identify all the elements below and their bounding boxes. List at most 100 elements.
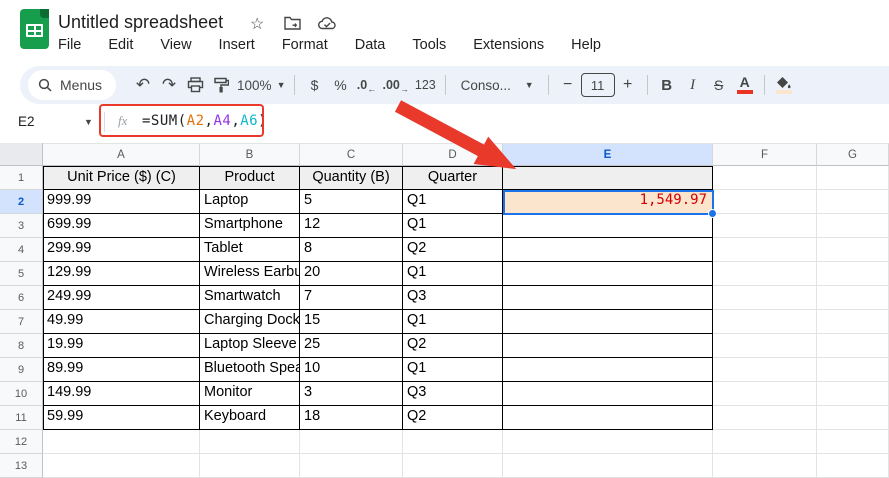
cell-D7[interactable]: Q1 (403, 310, 503, 334)
font-family-select[interactable]: Conso... (452, 72, 520, 98)
menu-insert[interactable]: Insert (219, 37, 255, 53)
row-header-10[interactable]: 10 (0, 382, 43, 406)
cell-E7[interactable] (503, 310, 713, 334)
cell-A9[interactable]: 89.99 (43, 358, 200, 382)
cell-C7[interactable]: 15 (300, 310, 403, 334)
cell-B6[interactable]: Smartwatch (200, 286, 300, 310)
cell-B8[interactable]: Laptop Sleeve (200, 334, 300, 358)
cell-B2[interactable]: Laptop (200, 190, 300, 214)
cell-A1[interactable]: Unit Price ($) (C) (43, 166, 200, 190)
cell-E3[interactable] (503, 214, 713, 238)
cell-C1[interactable]: Quantity (B) (300, 166, 403, 190)
cell-G8[interactable] (817, 334, 889, 358)
menu-edit[interactable]: Edit (108, 37, 133, 53)
cell-E5[interactable] (503, 262, 713, 286)
increase-decimal-button[interactable]: .00→ (379, 72, 411, 98)
redo-button[interactable]: ↷ (156, 72, 182, 98)
google-sheets-logo-icon[interactable] (20, 9, 49, 49)
cell-F10[interactable] (713, 382, 817, 406)
increase-font-size-button[interactable]: + (615, 72, 641, 98)
cell-B13[interactable] (200, 454, 300, 478)
font-size-input[interactable]: 11 (581, 73, 615, 97)
bold-button[interactable]: B (654, 72, 680, 98)
cell-A4[interactable]: 299.99 (43, 238, 200, 262)
cell-A13[interactable] (43, 454, 200, 478)
formula-input[interactable]: =SUM(A2,A4,A6) (142, 113, 267, 129)
cell-G5[interactable] (817, 262, 889, 286)
cell-B12[interactable] (200, 430, 300, 454)
row-header-9[interactable]: 9 (0, 358, 43, 382)
cell-C8[interactable]: 25 (300, 334, 403, 358)
cell-B7[interactable]: Charging Dock (200, 310, 300, 334)
decrease-font-size-button[interactable]: − (555, 72, 581, 98)
cell-G4[interactable] (817, 238, 889, 262)
cell-E13[interactable] (503, 454, 713, 478)
cell-C13[interactable] (300, 454, 403, 478)
star-icon[interactable]: ☆ (250, 14, 264, 34)
undo-button[interactable]: ↶ (130, 72, 156, 98)
cell-C12[interactable] (300, 430, 403, 454)
cell-D8[interactable]: Q2 (403, 334, 503, 358)
menu-extensions[interactable]: Extensions (473, 37, 544, 53)
cell-G11[interactable] (817, 406, 889, 430)
cell-F2[interactable] (713, 190, 817, 214)
row-header-11[interactable]: 11 (0, 406, 43, 430)
cell-A8[interactable]: 19.99 (43, 334, 200, 358)
cell-D5[interactable]: Q1 (403, 262, 503, 286)
format-percent-button[interactable]: % (327, 72, 353, 98)
cell-A2[interactable]: 999.99 (43, 190, 200, 214)
cell-G2[interactable] (817, 190, 889, 214)
cell-B5[interactable]: Wireless Earbuds (200, 262, 300, 286)
decrease-decimal-button[interactable]: .0← (353, 72, 379, 98)
cell-D6[interactable]: Q3 (403, 286, 503, 310)
cell-E2[interactable]: 1,549.97 (503, 190, 713, 214)
italic-button[interactable]: I (680, 72, 706, 98)
cell-F8[interactable] (713, 334, 817, 358)
chevron-down-icon[interactable]: ▼ (84, 117, 93, 127)
cell-G6[interactable] (817, 286, 889, 310)
cell-A5[interactable]: 129.99 (43, 262, 200, 286)
cell-E12[interactable] (503, 430, 713, 454)
cell-E9[interactable] (503, 358, 713, 382)
cell-G3[interactable] (817, 214, 889, 238)
cell-A6[interactable]: 249.99 (43, 286, 200, 310)
cell-F11[interactable] (713, 406, 817, 430)
cell-E11[interactable] (503, 406, 713, 430)
cell-A11[interactable]: 59.99 (43, 406, 200, 430)
menu-help[interactable]: Help (571, 37, 601, 53)
document-title[interactable]: Untitled spreadsheet (58, 12, 223, 33)
cell-E6[interactable] (503, 286, 713, 310)
row-header-4[interactable]: 4 (0, 238, 43, 262)
name-box[interactable]: E2 (18, 114, 35, 129)
fill-color-button[interactable] (771, 72, 797, 98)
row-header-5[interactable]: 5 (0, 262, 43, 286)
more-formats-button[interactable]: 123 (412, 72, 439, 98)
row-header-3[interactable]: 3 (0, 214, 43, 238)
menu-format[interactable]: Format (282, 37, 328, 53)
cell-B4[interactable]: Tablet (200, 238, 300, 262)
cell-C4[interactable]: 8 (300, 238, 403, 262)
zoom-control[interactable]: 100% ▼ (234, 72, 288, 98)
cell-A12[interactable] (43, 430, 200, 454)
col-header-D[interactable]: D (403, 143, 503, 166)
cell-G13[interactable] (817, 454, 889, 478)
cell-E1[interactable] (503, 166, 713, 190)
cell-F5[interactable] (713, 262, 817, 286)
col-header-G[interactable]: G (817, 143, 889, 166)
cell-G1[interactable] (817, 166, 889, 190)
cell-F6[interactable] (713, 286, 817, 310)
cell-G7[interactable] (817, 310, 889, 334)
move-to-folder-icon[interactable] (284, 16, 301, 30)
menu-view[interactable]: View (160, 37, 191, 53)
row-header-8[interactable]: 8 (0, 334, 43, 358)
cell-G12[interactable] (817, 430, 889, 454)
cell-C5[interactable]: 20 (300, 262, 403, 286)
row-header-7[interactable]: 7 (0, 310, 43, 334)
cell-B10[interactable]: Monitor (200, 382, 300, 406)
fill-handle[interactable] (708, 209, 717, 218)
cell-D12[interactable] (403, 430, 503, 454)
cell-D11[interactable]: Q2 (403, 406, 503, 430)
cell-A7[interactable]: 49.99 (43, 310, 200, 334)
menu-tools[interactable]: Tools (412, 37, 446, 53)
cell-C2[interactable]: 5 (300, 190, 403, 214)
